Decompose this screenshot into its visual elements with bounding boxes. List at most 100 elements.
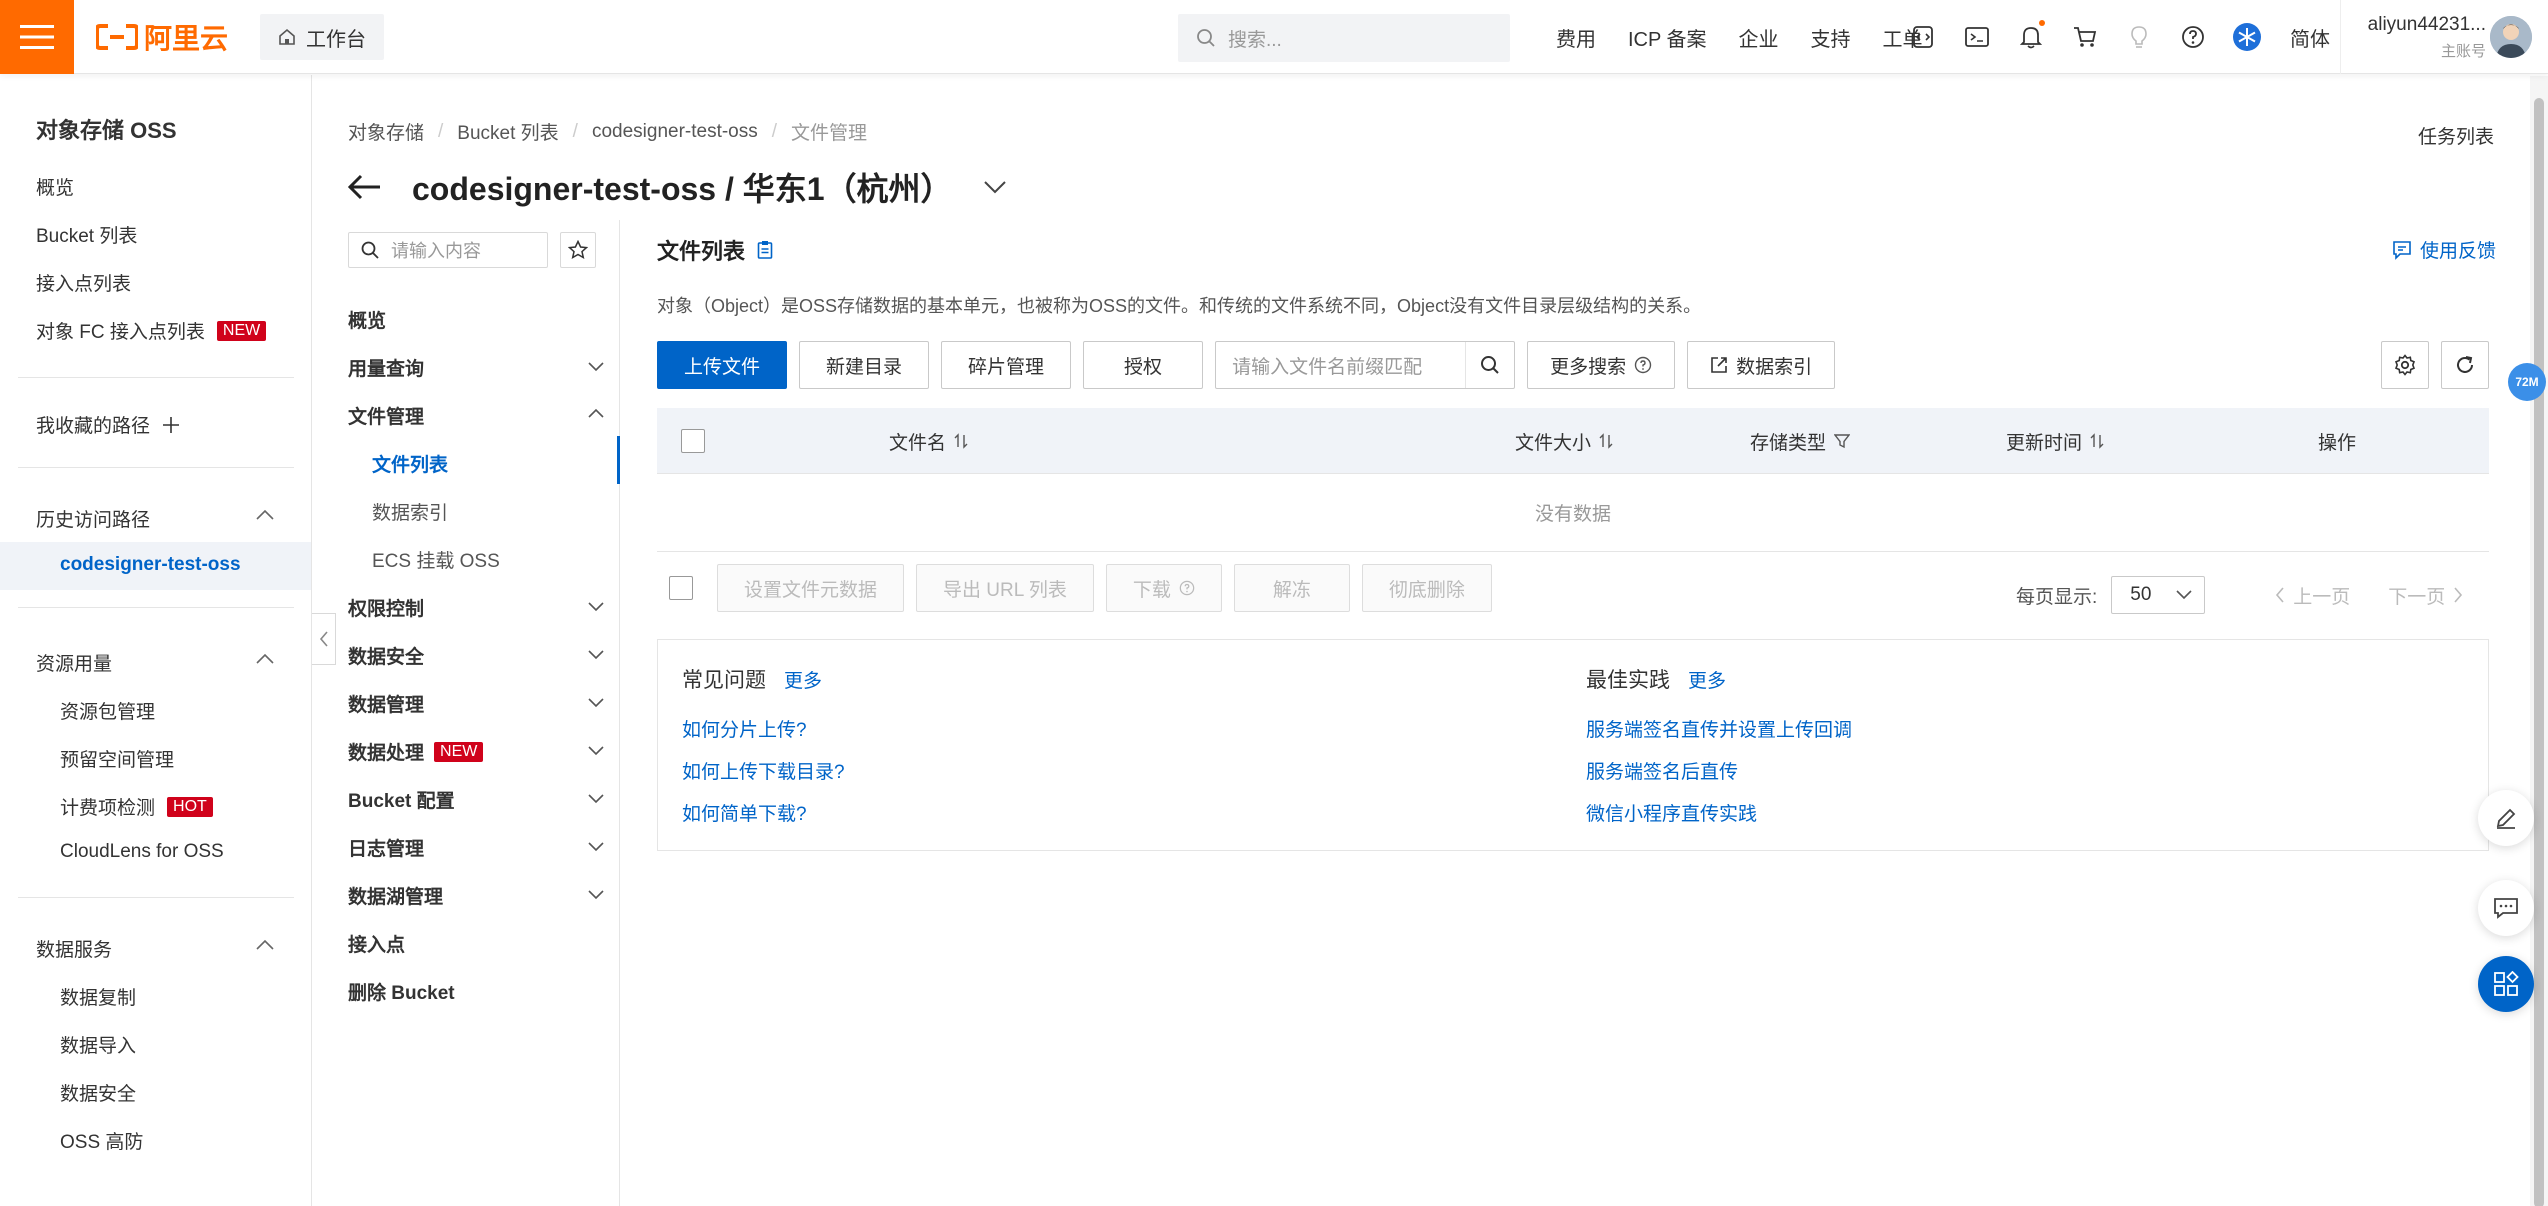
faq-more-link[interactable]: 更多: [784, 666, 822, 693]
bucket-nav-data-mgmt[interactable]: 数据管理: [348, 690, 424, 717]
file-prefix-search-input[interactable]: 请输入文件名前缀匹配: [1216, 342, 1467, 388]
sidebar-item-oss-ddos[interactable]: OSS 高防: [60, 1127, 143, 1154]
download-button[interactable]: 下载: [1105, 564, 1222, 612]
sidebar-item-data-import[interactable]: 数据导入: [60, 1031, 136, 1058]
sidebar-item-reserved-space[interactable]: 预留空间管理: [60, 745, 174, 772]
set-metadata-button[interactable]: 设置文件元数据: [717, 564, 905, 612]
chevron-up-icon[interactable]: [256, 939, 274, 951]
upload-file-button[interactable]: 上传文件: [657, 341, 788, 389]
plus-icon[interactable]: [162, 416, 180, 434]
refresh-button[interactable]: [2441, 341, 2489, 389]
chevron-down-icon[interactable]: [588, 794, 604, 804]
chevron-down-icon[interactable]: [588, 650, 604, 660]
bucket-nav-file-list[interactable]: 文件列表: [372, 450, 448, 477]
bucket-nav-log-mgmt[interactable]: 日志管理: [348, 834, 424, 861]
favorite-star-button[interactable]: [560, 232, 596, 268]
bucket-nav-bucket-config[interactable]: Bucket 配置: [348, 786, 455, 813]
chevron-down-icon[interactable]: [588, 842, 604, 852]
bucket-nav-usage[interactable]: 用量查询: [348, 354, 424, 381]
nav-link-icp[interactable]: ICP 备案: [1612, 23, 1723, 52]
breadcrumb-item-bucket-list[interactable]: Bucket 列表: [457, 118, 558, 145]
sidebar-section-data-service[interactable]: 数据服务: [36, 935, 112, 962]
batch-select-checkbox[interactable]: [669, 576, 693, 600]
global-search-input[interactable]: 搜索...: [1178, 14, 1510, 62]
chevron-down-icon[interactable]: [588, 362, 604, 372]
best-practice-link[interactable]: 服务端签名后直传: [1586, 752, 1852, 794]
breadcrumb-item-oss[interactable]: 对象存储: [348, 118, 424, 145]
best-practice-link[interactable]: 微信小程序直传实践: [1586, 794, 1852, 836]
bucket-nav-overview[interactable]: 概览: [348, 306, 386, 333]
chevron-down-icon[interactable]: [588, 890, 604, 900]
sidebar-item-bucket-list[interactable]: Bucket 列表: [36, 221, 137, 248]
chevron-up-icon[interactable]: [256, 509, 274, 521]
aliyun-logo[interactable]: 阿里云: [96, 0, 228, 74]
scrollbar-thumb[interactable]: [2534, 98, 2544, 1206]
sidebar-item-favorites[interactable]: 我收藏的路径: [36, 411, 180, 438]
export-url-list-button[interactable]: 导出 URL 列表: [916, 564, 1094, 612]
lightbulb-icon[interactable]: [2112, 0, 2166, 74]
workbench-button[interactable]: 工作台: [260, 14, 384, 60]
page-scrollbar[interactable]: [2530, 76, 2548, 1206]
chat-float-button[interactable]: [2478, 880, 2534, 936]
unfreeze-button[interactable]: 解冻: [1233, 564, 1350, 612]
bucket-switch-chevron-icon[interactable]: [983, 180, 1007, 194]
memory-badge[interactable]: 72M: [2508, 363, 2546, 401]
notification-bell-icon[interactable]: [2004, 0, 2058, 74]
bucket-nav-data-security[interactable]: 数据安全: [348, 642, 424, 669]
feedback-link[interactable]: 使用反馈: [2392, 236, 2496, 263]
new-directory-button[interactable]: 新建目录: [799, 341, 930, 389]
bucket-nav-search-input[interactable]: 请输入内容: [348, 232, 548, 268]
bucket-nav-ecs-mount[interactable]: ECS 挂载 OSS: [372, 546, 500, 573]
snowflake-app-icon[interactable]: [2220, 0, 2274, 74]
cart-icon[interactable]: [2058, 0, 2112, 74]
sidebar-item-data-security[interactable]: 数据安全: [60, 1079, 136, 1106]
bucket-nav-data-index[interactable]: 数据索引: [372, 498, 448, 525]
more-search-button[interactable]: 更多搜索: [1527, 341, 1676, 389]
sidebar-section-history[interactable]: 历史访问路径: [36, 505, 150, 532]
file-search-button[interactable]: [1466, 342, 1514, 388]
sidebar-item-history-bucket[interactable]: codesigner-test-oss: [60, 554, 241, 576]
clipboard-icon[interactable]: [757, 240, 773, 260]
bucket-nav-data-lake[interactable]: 数据湖管理: [348, 882, 443, 909]
apps-float-button[interactable]: [2478, 956, 2534, 1012]
code-icon[interactable]: [1896, 0, 1950, 74]
settings-button[interactable]: [2381, 341, 2429, 389]
bucket-nav-delete-bucket[interactable]: 删除 Bucket: [348, 978, 455, 1005]
terminal-icon[interactable]: [1950, 0, 2004, 74]
data-index-button[interactable]: 数据索引: [1687, 341, 1836, 389]
faq-link[interactable]: 如何上传下载目录?: [682, 752, 845, 794]
next-page-button[interactable]: 下一页: [2388, 582, 2463, 609]
best-practice-more-link[interactable]: 更多: [1688, 666, 1726, 693]
sidebar-item-overview[interactable]: 概览: [36, 173, 74, 200]
bucket-nav-access-point[interactable]: 接入点: [348, 930, 405, 957]
authorize-button[interactable]: 授权: [1083, 341, 1204, 389]
prev-page-button[interactable]: 上一页: [2275, 582, 2350, 609]
bucket-nav-permission[interactable]: 权限控制: [348, 594, 424, 621]
menu-icon[interactable]: [0, 0, 74, 74]
sidebar-section-resource[interactable]: 资源用量: [36, 649, 112, 676]
back-arrow-icon[interactable]: [348, 174, 382, 200]
edit-float-button[interactable]: [2478, 790, 2534, 846]
faq-link[interactable]: 如何简单下载?: [682, 794, 845, 836]
sidebar-item-data-replication[interactable]: 数据复制: [60, 983, 136, 1010]
faq-link[interactable]: 如何分片上传?: [682, 710, 845, 752]
chevron-up-icon[interactable]: [588, 408, 604, 418]
language-switch[interactable]: 简体: [2290, 0, 2330, 74]
chevron-up-icon[interactable]: [256, 653, 274, 665]
permanent-delete-button[interactable]: 彻底删除: [1361, 564, 1492, 612]
sidebar-item-resource-packs[interactable]: 资源包管理: [60, 697, 155, 724]
column-header-filename[interactable]: 文件名: [889, 408, 968, 474]
bucket-nav-data-processing[interactable]: 数据处理 NEW: [348, 738, 484, 765]
nav-link-support[interactable]: 支持: [1795, 23, 1867, 52]
page-size-select[interactable]: 50: [2111, 576, 2206, 614]
column-header-updated[interactable]: 更新时间: [2006, 408, 2104, 474]
fragment-mgmt-button[interactable]: 碎片管理: [941, 341, 1072, 389]
breadcrumb-item-bucket[interactable]: codesigner-test-oss: [592, 121, 758, 143]
account-menu[interactable]: aliyun44231... 主账号: [2340, 0, 2486, 74]
best-practice-link[interactable]: 服务端签名直传并设置上传回调: [1586, 710, 1852, 752]
task-list-link[interactable]: 任务列表: [2418, 122, 2494, 149]
sidebar-item-billing-check[interactable]: 计费项检测 HOT: [60, 793, 213, 820]
nav-link-enterprise[interactable]: 企业: [1723, 23, 1795, 52]
avatar[interactable]: [2490, 16, 2532, 58]
nav-link-billing[interactable]: 费用: [1540, 23, 1612, 52]
